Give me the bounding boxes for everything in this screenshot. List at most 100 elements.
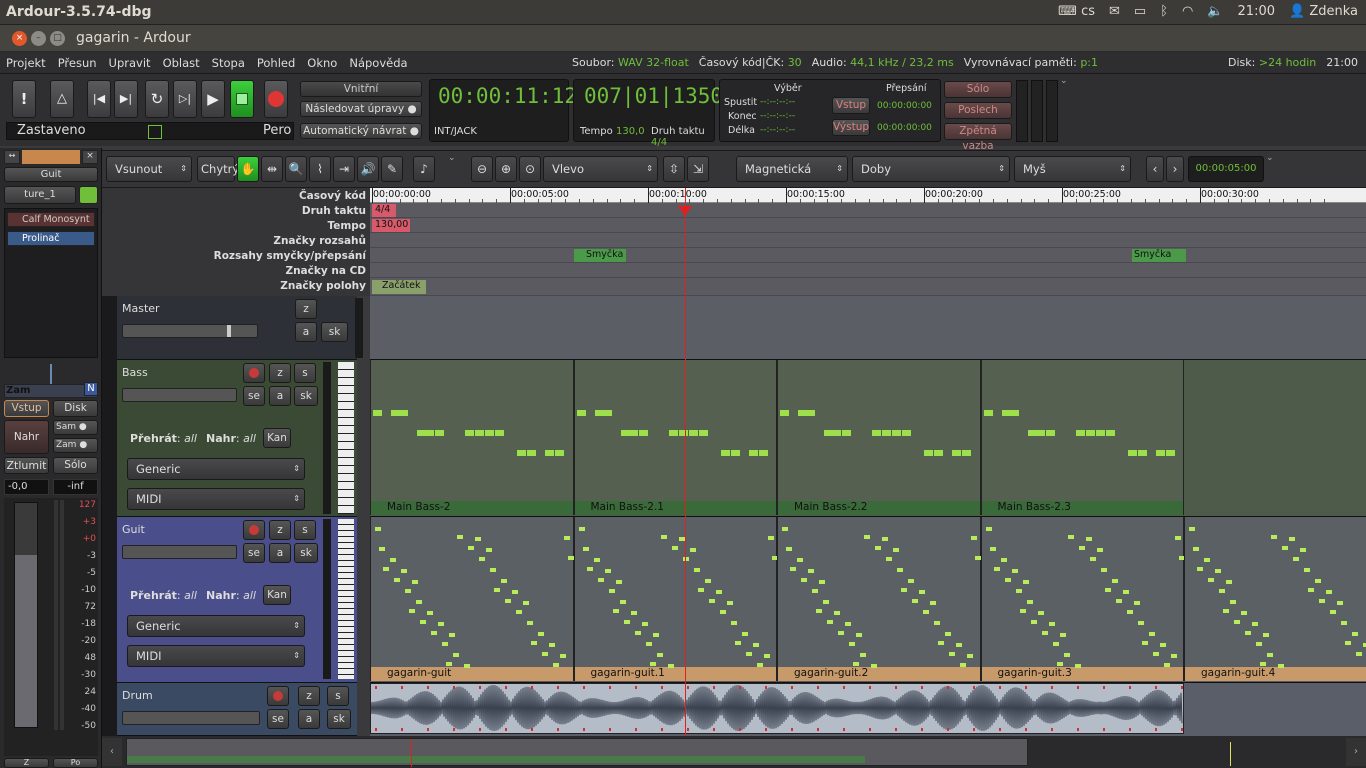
midi-note[interactable]	[1256, 642, 1262, 646]
track-automation-button[interactable]: z	[269, 520, 291, 540]
track-gain-slider[interactable]	[122, 388, 237, 402]
midi-note[interactable]	[394, 578, 400, 582]
midi-note[interactable]	[457, 535, 463, 539]
drum-lane[interactable]	[370, 683, 1366, 736]
midi-note[interactable]	[542, 652, 548, 656]
midi-note[interactable]	[1165, 450, 1175, 456]
midi-note[interactable]	[1126, 610, 1133, 614]
midi-note[interactable]	[1193, 547, 1199, 551]
midi-note[interactable]	[748, 450, 758, 456]
summary-scrollbar[interactable]: ‹ ›	[102, 736, 1366, 768]
timeline-rulers[interactable]: 00:00:00:00 00:00:05:00 00:00:10:00 00:00:1…	[370, 188, 1366, 296]
nudge-clock[interactable]: 00:00:05:00	[1188, 156, 1264, 182]
channel-button[interactable]: Kan	[263, 428, 291, 448]
draw-tool-icon[interactable]: ✎	[381, 156, 403, 182]
midi-note[interactable]	[1267, 653, 1273, 657]
solo-button[interactable]: Sólo	[53, 457, 98, 474]
internal-sync-button[interactable]: Vnitřní	[300, 81, 422, 97]
midi-note[interactable]	[578, 527, 585, 531]
midi-note[interactable]	[545, 450, 554, 456]
midi-note[interactable]	[812, 589, 818, 593]
punch-in-button[interactable]: Vstup	[832, 97, 870, 114]
chevron-down-icon[interactable]: ⌄	[448, 153, 456, 163]
midi-note[interactable]	[399, 410, 408, 416]
midi-note[interactable]	[1163, 663, 1170, 667]
midi-note[interactable]	[901, 588, 907, 592]
internal-edit-icon[interactable]: ♪	[413, 156, 435, 182]
shrink-tracks-icon[interactable]: ⇳	[663, 156, 685, 182]
midi-note[interactable]	[1230, 600, 1236, 604]
midi-note[interactable]	[1085, 430, 1095, 436]
midi-note[interactable]	[945, 632, 951, 636]
midi-region[interactable]: Main Bass-2.3	[980, 360, 1184, 515]
midi-note[interactable]	[1137, 450, 1147, 456]
midi-note[interactable]	[1260, 662, 1266, 666]
piano-roll-keyboard[interactable]	[338, 362, 354, 514]
midi-note[interactable]	[819, 580, 825, 584]
midi-note[interactable]	[1045, 430, 1055, 436]
midi-note[interactable]	[730, 621, 737, 625]
midi-note[interactable]	[763, 654, 770, 658]
midi-note[interactable]	[555, 450, 564, 456]
midi-note[interactable]	[688, 430, 698, 436]
midi-note[interactable]	[808, 569, 814, 573]
loop-marker-end[interactable]: Smyčka	[1132, 249, 1186, 262]
midi-note[interactable]	[1223, 609, 1229, 613]
follow-edits-button[interactable]: Následovat úpravy ●	[300, 101, 422, 117]
midi-note[interactable]	[505, 599, 511, 603]
midi-note[interactable]	[1015, 589, 1022, 593]
track-header-guit[interactable]: Guit z s se a sk Přehrát: all Nahr: all …	[117, 517, 357, 683]
zoom-tool-icon[interactable]: 🔍	[285, 156, 307, 182]
midi-note[interactable]	[698, 430, 708, 436]
midi-note[interactable]	[780, 410, 789, 416]
channel-button[interactable]: Kan	[263, 585, 291, 605]
midi-note[interactable]	[628, 430, 638, 436]
midi-note[interactable]	[930, 601, 936, 605]
midi-note[interactable]	[375, 527, 381, 531]
midi-note[interactable]	[1096, 548, 1103, 552]
midi-note[interactable]	[1319, 599, 1325, 603]
midi-note[interactable]	[1289, 537, 1295, 541]
midi-note[interactable]	[531, 641, 537, 645]
midi-note[interactable]	[615, 580, 622, 584]
track-header-drum[interactable]: Drum z s se a sk	[117, 683, 357, 736]
volume-icon[interactable]: 🔈	[1207, 4, 1223, 19]
midi-note[interactable]	[782, 527, 788, 531]
midi-note[interactable]	[409, 609, 415, 613]
grab-tool-icon[interactable]: ✋	[237, 156, 259, 182]
midi-note[interactable]	[656, 653, 663, 657]
midi-note[interactable]	[882, 537, 888, 541]
midi-region[interactable]: Main Bass-2.1	[573, 360, 777, 515]
midi-patch-select[interactable]: Generic ⇕	[127, 615, 305, 637]
midi-note[interactable]	[1004, 578, 1011, 582]
close-icon[interactable]: ×	[12, 31, 27, 46]
midi-note[interactable]	[1067, 535, 1074, 539]
midi-note[interactable]	[923, 610, 929, 614]
midi-note[interactable]	[832, 430, 841, 436]
midi-note[interactable]	[449, 633, 455, 637]
midi-note[interactable]	[934, 450, 943, 456]
scroll-right-icon[interactable]: ›	[1346, 738, 1366, 766]
midi-note[interactable]	[527, 450, 536, 456]
midi-note[interactable]	[425, 430, 434, 436]
midi-note[interactable]	[1215, 569, 1221, 573]
track-header-master[interactable]: Master z a sk	[117, 296, 363, 360]
track-name[interactable]: Master	[122, 302, 160, 315]
feedback-button[interactable]: Zpětná vazba	[944, 123, 1012, 152]
midi-note[interactable]	[553, 663, 559, 667]
user-menu[interactable]: 👤 Zdenka	[1289, 4, 1358, 19]
meter-marker[interactable]: 4/4	[372, 204, 396, 217]
width-toggle-icon[interactable]: ↔	[4, 150, 20, 164]
midi-note[interactable]	[1304, 568, 1310, 572]
midi-note[interactable]	[1011, 569, 1018, 573]
track-record-button[interactable]	[267, 686, 289, 706]
piano-roll-keyboard[interactable]	[338, 519, 354, 679]
midi-region[interactable]: gagarin-guit.4	[1184, 517, 1366, 681]
snap-mode-select[interactable]: Magnetická ⇕	[736, 156, 848, 182]
strip-record-button[interactable]: Nahr	[4, 420, 49, 454]
midi-note[interactable]	[893, 548, 899, 552]
strip-name-field[interactable]: ture_1	[4, 186, 76, 204]
chevron-down-icon[interactable]: ⌄	[1060, 76, 1068, 86]
midi-note[interactable]	[715, 590, 722, 594]
track-sk-button[interactable]: sk	[294, 386, 318, 406]
